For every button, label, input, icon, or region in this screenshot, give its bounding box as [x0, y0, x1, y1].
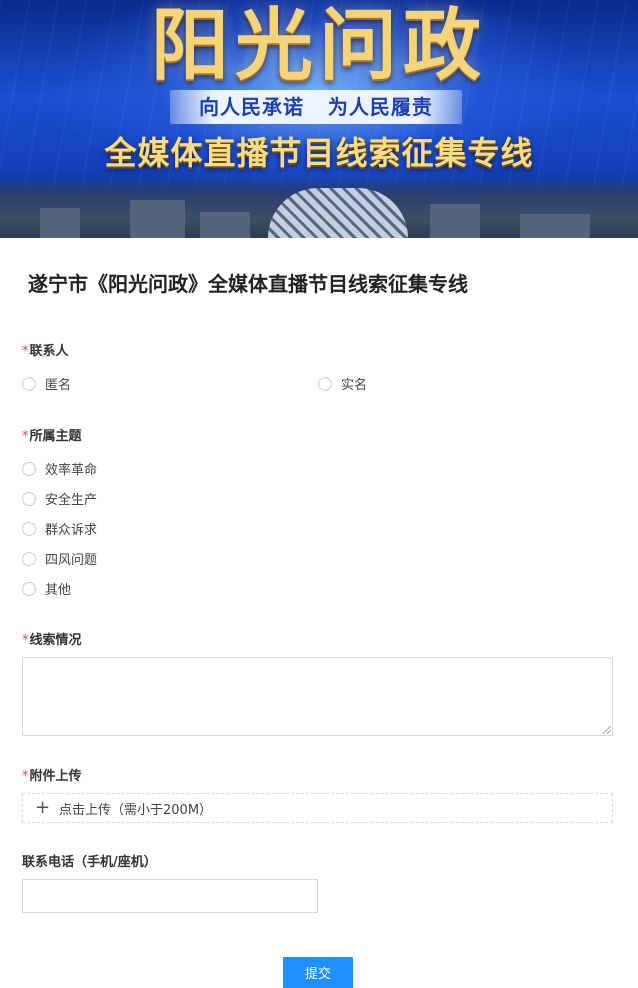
- attachment-label-text: 附件上传: [29, 769, 82, 784]
- resize-grip-icon[interactable]: [603, 726, 611, 734]
- radio-icon[interactable]: [22, 376, 36, 391]
- plus-icon: +: [35, 797, 51, 818]
- required-mark: *: [22, 769, 29, 784]
- attachment-label: *附件上传: [22, 765, 82, 784]
- banner-title: 阳光问政: [150, 0, 487, 91]
- topic-option-other[interactable]: 其他: [22, 579, 71, 598]
- banner-building: [40, 208, 80, 238]
- banner-cityscape: [0, 176, 638, 238]
- required-mark: *: [22, 633, 29, 648]
- option-label: 四风问题: [45, 553, 98, 568]
- radio-icon[interactable]: [22, 521, 36, 536]
- clue-textarea[interactable]: [22, 657, 613, 736]
- banner-building: [200, 212, 250, 238]
- topic-label: *所属主题: [22, 425, 82, 444]
- radio-icon[interactable]: [22, 491, 36, 506]
- option-label: 群众诉求: [45, 523, 98, 538]
- option-label: 效率革命: [45, 463, 98, 478]
- topic-option-safety[interactable]: 安全生产: [22, 489, 97, 508]
- banner-building: [130, 200, 185, 238]
- radio-icon[interactable]: [318, 376, 332, 391]
- required-mark: *: [22, 344, 29, 359]
- option-label: 匿名: [45, 378, 72, 393]
- banner-slogan: 向人民承诺 为人民履责: [199, 95, 433, 119]
- banner-stadium: [268, 188, 408, 238]
- banner-subtitle: 全媒体直播节目线索征集专线: [104, 134, 534, 172]
- contact-option-anonymous[interactable]: 匿名: [22, 374, 71, 393]
- contact-label-text: 联系人: [29, 344, 69, 359]
- phone-input[interactable]: [22, 879, 318, 913]
- upload-text: 点击上传（需小于200M）: [59, 802, 213, 818]
- submit-button[interactable]: 提交: [283, 957, 353, 988]
- radio-icon[interactable]: [22, 461, 36, 476]
- contact-label: *联系人: [22, 340, 69, 359]
- clue-label-text: 线索情况: [29, 633, 82, 648]
- banner-building: [430, 204, 480, 238]
- option-label: 其他: [45, 583, 72, 598]
- banner-building: [520, 214, 590, 238]
- upload-button[interactable]: + 点击上传（需小于200M）: [22, 793, 613, 823]
- contact-option-real-name[interactable]: 实名: [318, 374, 367, 393]
- option-label: 实名: [341, 378, 368, 393]
- topic-option-efficiency[interactable]: 效率革命: [22, 459, 97, 478]
- required-mark: *: [22, 429, 29, 444]
- page-title: 遂宁市《阳光问政》全媒体直播节目线索征集专线: [28, 272, 468, 296]
- option-label: 安全生产: [45, 493, 98, 508]
- banner-image: 阳光问政 向人民承诺 为人民履责 全媒体直播节目线索征集专线: [0, 0, 638, 238]
- phone-label: 联系电话（手机/座机）: [22, 855, 157, 870]
- topic-option-appeals[interactable]: 群众诉求: [22, 519, 97, 538]
- radio-icon[interactable]: [22, 581, 36, 596]
- radio-icon[interactable]: [22, 551, 36, 566]
- clue-label: *线索情况: [22, 629, 82, 648]
- topic-option-four-winds[interactable]: 四风问题: [22, 549, 97, 568]
- topic-label-text: 所属主题: [29, 429, 82, 444]
